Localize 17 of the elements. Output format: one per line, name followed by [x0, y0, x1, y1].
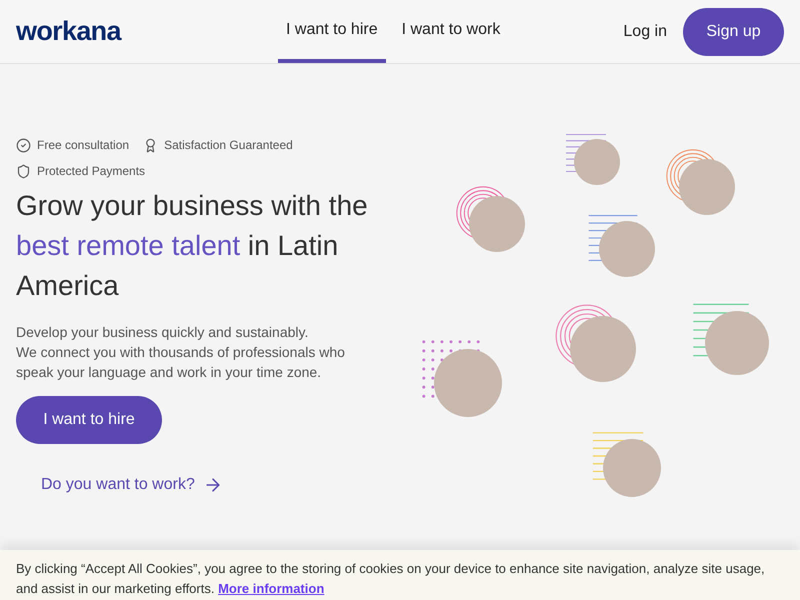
- intro-text: We connect you with thousands of professionals who speak your language and work in your time zone.: [16, 343, 346, 382]
- hire-button[interactable]: I want to hire: [16, 396, 162, 444]
- work-link[interactable]: Do you want to work?: [41, 473, 223, 497]
- shield-icon: [16, 164, 31, 178]
- badge-label: Protected Payments: [37, 163, 146, 180]
- badge-label: Satisfaction Guaranteed: [164, 137, 293, 154]
- login-link[interactable]: Log in: [623, 20, 667, 44]
- nav-tab[interactable]: I want to hire: [278, 0, 386, 63]
- check-circle-icon: [16, 138, 31, 152]
- workana-logo[interactable]: workana: [16, 18, 266, 45]
- more-information-link[interactable]: More information: [218, 581, 324, 596]
- cookie-text: By clicking “Accept All Cookies”, you agree to the storing of cookies on your device to enhance site navigation, analyze site usage, and assist in our marketing efforts. More information: [16, 560, 766, 598]
- badge-label: Free consultation: [37, 137, 130, 154]
- signup-button[interactable]: Sign up: [683, 8, 784, 56]
- nav-tab[interactable]: I want to work: [394, 0, 508, 63]
- intro-text: Develop your business quickly and sustainably.: [16, 323, 310, 342]
- hero-headline: Grow your business with the best remote talent in Latin America: [16, 189, 369, 303]
